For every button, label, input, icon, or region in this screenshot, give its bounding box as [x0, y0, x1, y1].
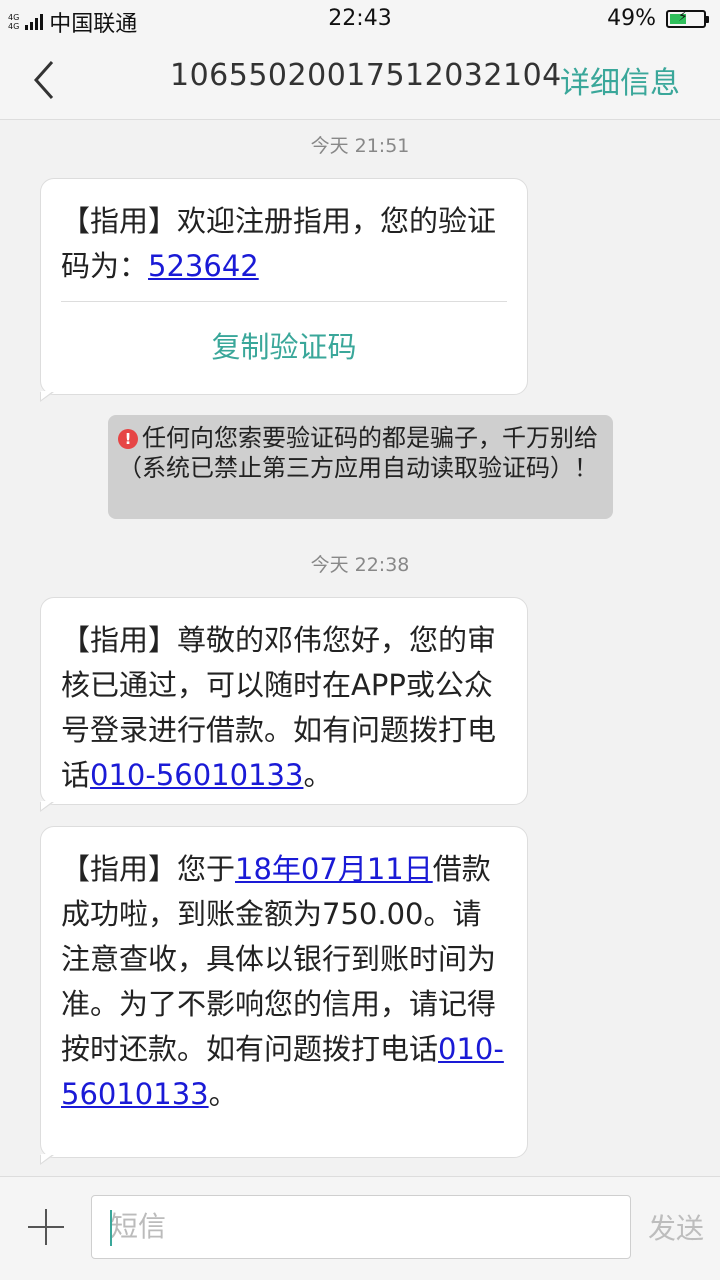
battery-percent: 49% [607, 6, 656, 31]
message-text: 【指用】尊敬的邓伟您好，您的审核已通过，可以随时在APP或公众号登录进行借款。如… [41, 598, 527, 818]
charging-icon: ⚡ [678, 8, 688, 25]
message-input[interactable]: 短信 [91, 1195, 631, 1259]
compose-bar: 短信 发送 [0, 1176, 720, 1280]
sender-number: 10655020017512032104 [170, 58, 562, 93]
send-button[interactable]: 发送 [648, 1207, 704, 1247]
chevron-left-icon [33, 61, 54, 99]
message-bubble[interactable]: 【指用】您于18年07月11日借款成功啦，到账金额为750.00。请注意查收，具… [40, 826, 528, 1165]
message-bubble[interactable]: 【指用】欢迎注册指用，您的验证码为：523642 复制验证码 [40, 178, 528, 402]
message-text-part: 。 [208, 1077, 238, 1111]
status-right: 49% ⚡ [607, 6, 709, 31]
conversation-header: 10655020017512032104 详细信息 [0, 40, 720, 120]
text-caret [110, 1210, 112, 1246]
message-text-part: 【指用】欢迎注册指用，您的验证码为： [61, 204, 497, 283]
copy-code-button[interactable]: 复制验证码 [41, 302, 527, 392]
message-input-placeholder: 短信 [110, 1210, 167, 1243]
status-bar: 4G 4G 中国联通 22:43 49% ⚡ [0, 0, 720, 40]
plus-icon [28, 1209, 64, 1245]
attach-button[interactable] [26, 1207, 66, 1247]
bubble-tail [40, 1154, 54, 1165]
message-text: 【指用】您于18年07月11日借款成功啦，到账金额为750.00。请注意查收，具… [41, 827, 527, 1137]
bubble-tail [40, 801, 54, 812]
bubble-tail [40, 391, 54, 402]
message-text: 【指用】欢迎注册指用，您的验证码为：523642 [41, 179, 527, 301]
message-text-part: 【指用】您于 [61, 852, 236, 886]
back-button[interactable] [22, 56, 70, 104]
phone-link[interactable]: 010-56010133 [90, 758, 303, 792]
alert-icon: ! [118, 429, 138, 449]
verification-code-link[interactable]: 523642 [148, 249, 259, 283]
details-button[interactable]: 详细信息 [560, 58, 680, 102]
security-warning: ! 任何向您索要验证码的都是骗子，千万别给（系统已禁止第三方应用自动读取验证码）！ [108, 415, 613, 519]
message-text-part: 。 [303, 758, 333, 792]
date-link[interactable]: 18年07月11日 [235, 852, 433, 886]
warning-text: 任何向您索要验证码的都是骗子，千万别给（系统已禁止第三方应用自动读取验证码）！ [118, 424, 598, 482]
battery-icon: ⚡ [666, 8, 709, 28]
message-bubble[interactable]: 【指用】尊敬的邓伟您好，您的审核已通过，可以随时在APP或公众号登录进行借款。如… [40, 597, 528, 812]
message-timestamp: 今天 22:38 [310, 554, 410, 576]
message-timestamp: 今天 21:51 [310, 135, 410, 157]
